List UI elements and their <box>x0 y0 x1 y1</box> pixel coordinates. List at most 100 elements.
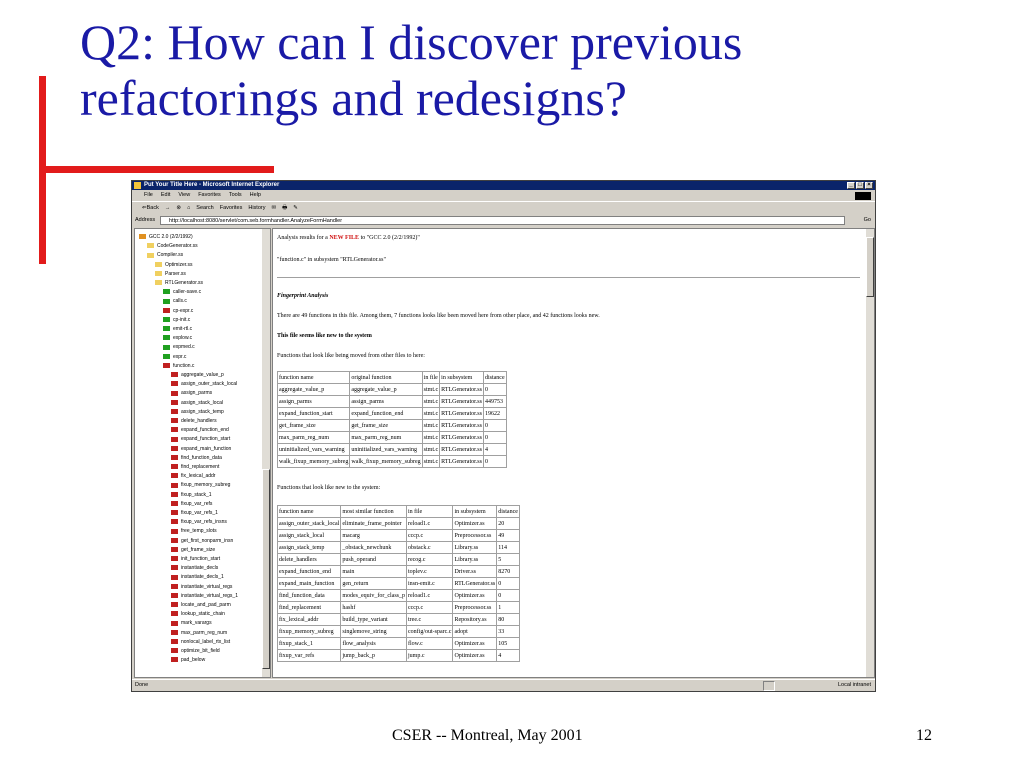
go-button[interactable]: Go <box>864 215 871 226</box>
tree-item[interactable]: expmed.c <box>163 343 195 352</box>
menu-view[interactable]: View <box>178 191 190 200</box>
tree-item[interactable]: fixup_var_refs_1 <box>171 509 218 518</box>
tree-item[interactable]: find_function_data <box>171 454 222 463</box>
tree-item[interactable]: assign_stack_temp <box>171 408 224 417</box>
home-button[interactable]: ⌂ <box>187 202 190 214</box>
mail-button[interactable]: ✉ <box>271 202 276 214</box>
table-cell: walk_fixup_memory_subreg <box>276 455 351 468</box>
tree-item[interactable]: get_frame_size <box>171 546 215 555</box>
search-button[interactable]: Search <box>196 202 213 214</box>
table-cell: 449753 <box>482 395 507 408</box>
tree-item[interactable]: emit-rtl.c <box>163 325 192 334</box>
tree-item[interactable]: lookup_static_chain <box>171 610 225 619</box>
tree-item[interactable]: fixup_memory_subreg <box>171 481 230 490</box>
tree-item[interactable]: expand_main_function <box>171 445 231 454</box>
tree-item[interactable]: expand_function_end <box>171 426 229 435</box>
tree-item[interactable]: fixup_var_refs_insns <box>171 518 227 527</box>
table-cell: assign_parms <box>349 395 423 408</box>
tree-item[interactable]: aggregate_value_p <box>171 371 224 380</box>
history-button[interactable]: History <box>248 202 265 214</box>
tree-item[interactable]: cp-expr.c <box>163 307 193 316</box>
table-row: max_parm_reg_num max_parm_reg_num stmt.c RT… <box>276 431 507 444</box>
maximize-button[interactable]: □ <box>856 182 864 189</box>
tree-item-label: Compiler.ss <box>157 252 184 259</box>
tree-item-label: caller-save.c <box>173 289 202 296</box>
tree-item[interactable]: assign_stack_local <box>171 399 223 408</box>
tree-scrollbar[interactable] <box>262 229 270 677</box>
table-row: get_frame_size get_frame_size stmt.c RTLGen… <box>276 419 507 432</box>
function-icon <box>171 418 178 424</box>
tree-item[interactable]: optimize_bit_field <box>171 647 220 656</box>
tree-item[interactable]: Parser.ss <box>155 270 186 279</box>
tree-item[interactable]: expand_function_start <box>171 435 230 444</box>
tree-item[interactable]: init_function_start <box>171 555 220 564</box>
function-icon <box>171 546 178 552</box>
tree-item-label: instantiate_virtual_regs <box>181 583 233 590</box>
tree-item[interactable]: pad_below <box>171 656 205 665</box>
menu-favorites[interactable]: Favorites <box>198 191 221 200</box>
table-cell: 0 <box>496 589 520 602</box>
table-cell: 0 <box>482 419 507 432</box>
content-scrollbar[interactable] <box>866 229 874 677</box>
back-button[interactable]: ⇐Back <box>142 202 159 214</box>
tree-item[interactable]: instantiate_decls <box>171 564 218 573</box>
tree-item[interactable]: cp-init.c <box>163 316 190 325</box>
stop-button[interactable]: ⊗ <box>176 202 181 214</box>
edit-button[interactable]: ✎ <box>293 202 298 214</box>
tree-item[interactable]: explow.c <box>163 334 192 343</box>
tree-item-label: expand_function_start <box>181 436 231 443</box>
function-icon <box>171 657 178 663</box>
slide-title: Q2: How can I discover previous refactor… <box>80 14 743 126</box>
tree-item[interactable]: Compiler.ss <box>147 251 183 260</box>
minimize-button[interactable]: _ <box>847 182 855 189</box>
tree-item-label: find_replacement <box>181 464 220 470</box>
tree-item[interactable]: instantiate_decls_1 <box>171 573 224 582</box>
tree-item[interactable]: function.c <box>163 362 194 371</box>
file-icon <box>163 362 170 368</box>
tree-item[interactable]: find_replacement <box>171 463 219 472</box>
tree-item[interactable]: instantiate_virtual_regs <box>171 583 232 592</box>
tree-item[interactable]: expr.c <box>163 353 186 362</box>
tree-item[interactable]: Optimizer.ss <box>155 261 193 270</box>
tree-item-label: assign_parms <box>181 390 213 397</box>
menu-file[interactable]: File <box>144 191 153 200</box>
tree-item-label: fixup_var_refs_insns <box>181 519 227 526</box>
tree-item[interactable]: fix_lexical_addr <box>171 472 215 481</box>
tree-item[interactable]: assign_parms <box>171 389 212 398</box>
tree-item[interactable]: free_temp_slots <box>171 527 217 536</box>
tree-item[interactable]: get_first_nonparm_insn <box>171 537 233 546</box>
table-cell: 114 <box>496 541 520 554</box>
table-row: expand_function_end main toplev.c Driver.ss… <box>276 565 520 578</box>
tree-item[interactable]: delete_handlers <box>171 417 217 426</box>
windows-flag-icon <box>855 192 871 200</box>
table-cell: Optimizer.ss <box>452 637 498 650</box>
tree-item[interactable]: fixup_var_refs <box>171 500 212 509</box>
close-button[interactable]: × <box>865 182 873 189</box>
tree-scroll-thumb[interactable] <box>262 469 270 669</box>
tree-item[interactable]: assign_outer_stack_local <box>171 380 237 389</box>
tree-item[interactable]: locate_and_pad_parm <box>171 601 231 610</box>
tree-item[interactable]: fixup_stack_1 <box>171 491 212 500</box>
tree-item[interactable]: max_parm_reg_num <box>171 629 227 638</box>
tree-item-label: assign_stack_temp <box>181 408 224 415</box>
table-cell: RTLGenerator.ss <box>439 407 484 420</box>
favorites-button[interactable]: Favorites <box>220 202 243 214</box>
table-cell: expand_function_start <box>276 407 351 420</box>
tree-item[interactable]: RTLGenerator.ss <box>155 279 203 288</box>
tree-item[interactable]: GCC 2.0 (2/2/1992) <box>139 233 193 242</box>
menu-tools[interactable]: Tools <box>229 191 242 200</box>
tree-item[interactable]: CodeGenerator.ss <box>147 242 198 251</box>
tree-item[interactable]: calls.c <box>163 297 187 306</box>
print-button[interactable]: 🖶 <box>282 202 287 214</box>
tree-item[interactable]: caller-save.c <box>163 288 201 297</box>
address-input[interactable]: http://localhost:8080/servlet/com.seb.fo… <box>160 216 845 225</box>
analysis-suffix: to "GCC 2.0 (2/2/1992)" <box>359 235 420 241</box>
tree-item[interactable]: nonlocal_label_rtx_list <box>171 638 230 647</box>
forward-button[interactable]: → <box>165 202 171 214</box>
menu-edit[interactable]: Edit <box>161 191 170 200</box>
tree-item[interactable]: instantiate_virtual_regs_1 <box>171 592 238 601</box>
menu-help[interactable]: Help <box>250 191 261 200</box>
tree-item-label: free_temp_slots <box>181 528 217 535</box>
tree-item[interactable]: mark_varargs <box>171 619 212 628</box>
content-scroll-thumb[interactable] <box>866 237 874 297</box>
